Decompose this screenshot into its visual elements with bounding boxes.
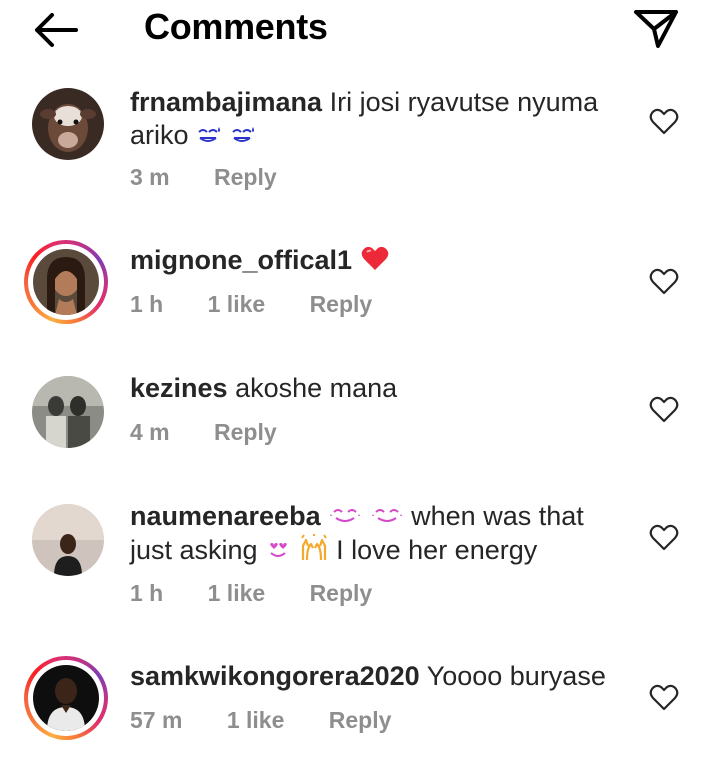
- like-button[interactable]: [648, 106, 680, 136]
- heart-outline-icon: [649, 524, 679, 551]
- reply-button[interactable]: Reply: [214, 419, 277, 446]
- reply-button[interactable]: Reply: [214, 164, 277, 191]
- avatar[interactable]: [24, 88, 108, 172]
- woman-selfie-avatar-image: [32, 504, 104, 576]
- top-bar: Comments: [0, 0, 720, 58]
- comment-meta: 3 m Reply: [130, 164, 277, 191]
- smiling-face-with-hearts-emoji-icon: [328, 501, 362, 534]
- comment-meta: 1 h 1 like Reply: [130, 580, 372, 607]
- heart-outline-icon: [649, 268, 679, 295]
- comment-timestamp: 57 m: [130, 707, 183, 733]
- comment-meta: 4 m Reply: [130, 419, 277, 446]
- red-heart-emoji-icon: [360, 244, 390, 280]
- comment-body: akoshe mana: [235, 373, 398, 403]
- like-count[interactable]: 1 like: [208, 291, 266, 318]
- comment-timestamp: 4 m: [130, 419, 170, 445]
- comment-meta: 1 h 1 like Reply: [130, 291, 372, 318]
- man-avatar-image: [33, 665, 99, 731]
- heart-outline-icon: [649, 396, 679, 423]
- like-button[interactable]: [648, 394, 680, 424]
- like-button[interactable]: [648, 682, 680, 712]
- like-count[interactable]: 1 like: [227, 707, 285, 734]
- comment-body-end: I love her energy: [336, 535, 538, 566]
- raising-hands-emoji-icon: [299, 534, 329, 570]
- avatar[interactable]: [24, 504, 108, 588]
- comment-timestamp: 1 h: [130, 291, 164, 317]
- couple-photo-avatar-image: [32, 376, 104, 448]
- avatar[interactable]: [24, 240, 108, 324]
- like-count[interactable]: 1 like: [208, 580, 266, 607]
- sweat-smile-emoji-icon: [196, 120, 222, 153]
- back-button[interactable]: [28, 8, 84, 52]
- reply-button[interactable]: Reply: [329, 707, 392, 734]
- arrow-left-icon: [35, 13, 78, 47]
- cow-avatar-image: [32, 88, 104, 160]
- comment-username[interactable]: naumenareeba: [130, 501, 321, 531]
- heart-eyes-emoji-icon: [265, 536, 291, 569]
- smiling-face-with-hearts-emoji-icon: [370, 501, 404, 534]
- comment-text: kezines akoshe mana: [130, 372, 620, 405]
- comment-username[interactable]: mignone_offical1: [130, 245, 352, 275]
- avatar[interactable]: [24, 656, 108, 740]
- share-button[interactable]: [628, 4, 684, 50]
- reply-button[interactable]: Reply: [310, 291, 373, 318]
- paper-plane-icon: [634, 10, 678, 48]
- woman-avatar-image: [33, 249, 99, 315]
- comment-username[interactable]: frnambajimana: [130, 87, 322, 117]
- like-button[interactable]: [648, 266, 680, 296]
- heart-outline-icon: [649, 684, 679, 711]
- avatar[interactable]: [24, 376, 108, 460]
- heart-outline-icon: [649, 108, 679, 135]
- sweat-smile-emoji-icon: [230, 120, 256, 153]
- like-button[interactable]: [648, 522, 680, 552]
- comment-body: Yoooo buryase: [426, 661, 606, 691]
- comment-timestamp: 3 m: [130, 164, 170, 190]
- page-title: Comments: [144, 6, 328, 47]
- comment-text: frnambajimana Iri josi ryavutse nyuma ar…: [130, 86, 620, 153]
- comment-meta: 57 m 1 like Reply: [130, 707, 391, 734]
- comment-username[interactable]: samkwikongorera2020: [130, 661, 420, 691]
- comment-timestamp: 1 h: [130, 580, 164, 606]
- comment-text: mignone_offical1: [130, 244, 620, 280]
- comment-text: samkwikongorera2020 Yoooo buryase: [130, 660, 620, 693]
- comment-username[interactable]: kezines: [130, 373, 228, 403]
- reply-button[interactable]: Reply: [310, 580, 373, 607]
- comment-text: naumenareeba when was that just asking I…: [130, 500, 620, 570]
